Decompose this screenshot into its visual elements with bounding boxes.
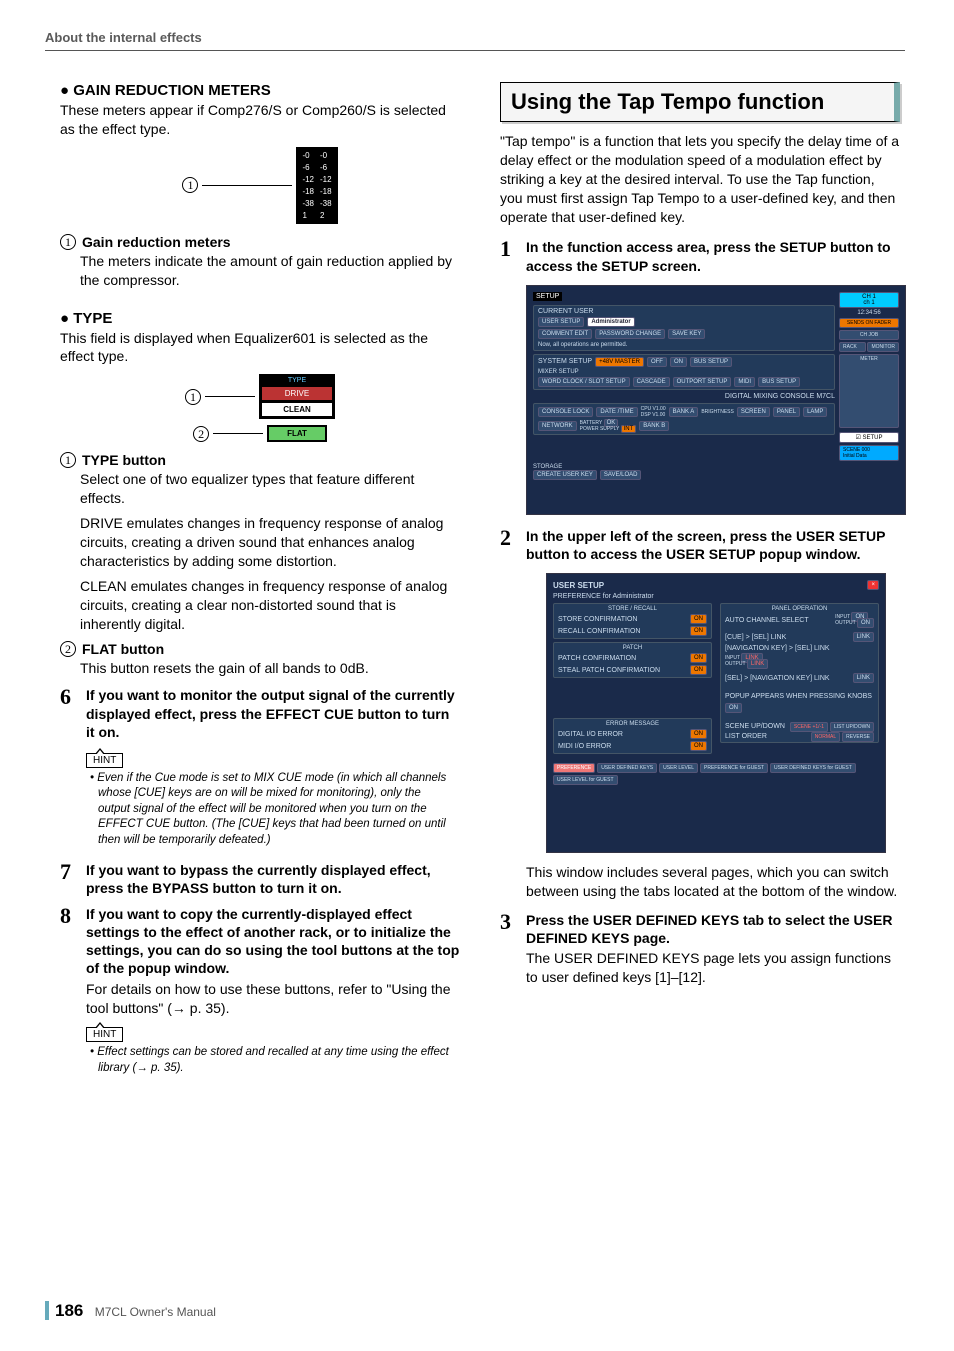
- step-7-number: 7: [60, 861, 78, 897]
- leader-line: [213, 433, 263, 434]
- step-7: 7 If you want to bypass the currently di…: [60, 861, 460, 897]
- step-1-text: In the function access area, press the S…: [526, 238, 900, 274]
- step-8-text: If you want to copy the currently-displa…: [86, 905, 460, 978]
- type-heading: TYPE: [60, 310, 460, 327]
- step-3-number: 3: [500, 911, 518, 947]
- type-figure: 1 TYPE DRIVE CLEAN 2 FLAT: [60, 374, 460, 442]
- gr-meter-graphic: -0 -6 -12 -18 -38 1 -0 -6 -12 -18 -38 2: [296, 147, 337, 224]
- callout-1-number: 1: [60, 234, 76, 250]
- leader-line: [205, 396, 255, 397]
- page-number: 186: [45, 1301, 83, 1320]
- step-8-body: For details on how to use these buttons,…: [86, 980, 460, 1018]
- step-3: 3 Press the USER DEFINED KEYS tab to sel…: [500, 911, 900, 947]
- type-c1-body3: CLEAN emulates changes in frequency resp…: [80, 577, 460, 634]
- type-c1-title: TYPE button: [82, 452, 166, 468]
- callout-leader-line: [202, 185, 292, 186]
- hint-1-text: • Even if the Cue mode is set to MIX CUE…: [98, 771, 450, 849]
- type-callout-1: 1 TYPE button: [60, 452, 460, 468]
- user-setup-screenshot: USER SETUP × PREFERENCE for Administrato…: [546, 573, 886, 853]
- hint-label-1: HINT: [86, 753, 123, 768]
- type-c2-title: FLAT button: [82, 641, 164, 657]
- callout-2-number-type: 2: [60, 641, 76, 657]
- step-7-text: If you want to bypass the currently disp…: [86, 861, 460, 897]
- type-callout-2: 2 FLAT button: [60, 641, 460, 657]
- gr-callout-1: 1 Gain reduction meters: [60, 234, 460, 250]
- step-3-text: Press the USER DEFINED KEYS tab to selec…: [526, 911, 900, 947]
- gain-reduction-figure: 1 -0 -6 -12 -18 -38 1 -0 -6 -12: [60, 147, 460, 224]
- step-6-number: 6: [60, 686, 78, 741]
- gain-reduction-heading: GAIN REDUCTION METERS: [60, 82, 460, 99]
- content-columns: GAIN REDUCTION METERS These meters appea…: [60, 82, 900, 1076]
- hint-label-2: HINT: [86, 1027, 123, 1042]
- step-3-body: The USER DEFINED KEYS page lets you assi…: [526, 949, 900, 987]
- type-intro: This field is displayed when Equalizer60…: [60, 329, 460, 367]
- step-1-number: 1: [500, 238, 518, 274]
- after-ss2-text: This window includes several pages, whic…: [526, 863, 900, 901]
- left-column: GAIN REDUCTION METERS These meters appea…: [60, 82, 460, 1076]
- step-2: 2 In the upper left of the screen, press…: [500, 527, 900, 563]
- step-1: 1 In the function access area, press the…: [500, 238, 900, 274]
- callout-1-icon-type: 1: [185, 389, 201, 405]
- drive-button-graphic: DRIVE: [262, 387, 332, 400]
- callout-1-number-type: 1: [60, 452, 76, 468]
- manual-title: M7CL Owner's Manual: [95, 1305, 216, 1319]
- step-8-number: 8: [60, 905, 78, 978]
- header-rule: [45, 50, 905, 51]
- gr-callout-1-title: Gain reduction meters: [82, 234, 231, 250]
- setup-screenshot: SETUP CURRENT USER USER SETUP Administra…: [526, 285, 906, 515]
- gr-callout-1-body: The meters indicate the amount of gain r…: [80, 252, 460, 290]
- type-box-graphic: TYPE DRIVE CLEAN: [259, 374, 335, 419]
- hint-2-text: • Effect settings can be stored and reca…: [98, 1045, 450, 1076]
- step-6-text: If you want to monitor the output signal…: [86, 686, 460, 741]
- section-intro: "Tap tempo" is a function that lets you …: [500, 132, 900, 226]
- step-8: 8 If you want to copy the currently-disp…: [60, 905, 460, 978]
- step-6: 6 If you want to monitor the output sign…: [60, 686, 460, 741]
- step-2-text: In the upper left of the screen, press t…: [526, 527, 900, 563]
- page-footer: 186 M7CL Owner's Manual: [45, 1301, 216, 1321]
- gain-reduction-intro: These meters appear if Comp276/S or Comp…: [60, 101, 460, 139]
- type-c2-body: This button resets the gain of all bands…: [80, 659, 460, 678]
- type-c1-body1: Select one of two equalizer types that f…: [80, 470, 460, 508]
- running-head: About the internal effects: [45, 30, 202, 45]
- type-c1-body2: DRIVE emulates changes in frequency resp…: [80, 514, 460, 571]
- section-heading: Using the Tap Tempo function: [500, 82, 900, 122]
- step-2-number: 2: [500, 527, 518, 563]
- callout-2-icon-type: 2: [193, 426, 209, 442]
- callout-1-icon: 1: [182, 177, 198, 193]
- right-column: Using the Tap Tempo function "Tap tempo"…: [500, 82, 900, 1076]
- clean-button-graphic: CLEAN: [262, 403, 332, 416]
- flat-button-graphic: FLAT: [267, 425, 327, 442]
